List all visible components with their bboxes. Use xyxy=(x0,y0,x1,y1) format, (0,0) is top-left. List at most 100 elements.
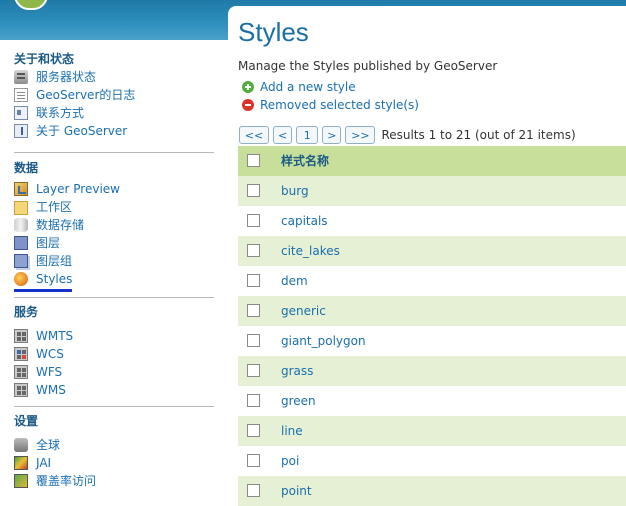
palette-icon xyxy=(14,272,28,286)
sidebar-item-label: 数据存储 xyxy=(36,218,85,232)
service-grid-icon xyxy=(14,383,28,397)
sidebar-item-label: 图层 xyxy=(36,236,61,250)
sidebar-item-styles[interactable]: Styles xyxy=(14,270,214,288)
sidebar-item-stores[interactable]: 数据存储 xyxy=(14,216,214,234)
last-page-button[interactable]: >> xyxy=(345,126,376,144)
row-checkbox[interactable] xyxy=(247,244,260,257)
table-row: generic xyxy=(238,296,626,326)
section-divider xyxy=(14,297,214,298)
section-settings: 设置 全球 JAI 覆盖率访问 xyxy=(14,412,214,490)
style-name-link[interactable]: green xyxy=(281,386,316,416)
section-title: 关于和状态 xyxy=(14,52,75,66)
active-item-underline xyxy=(14,289,72,292)
table-row: giant_polygon xyxy=(238,326,626,356)
style-name-link[interactable]: cite_lakes xyxy=(281,236,340,266)
style-name-link[interactable]: giant_polygon xyxy=(281,326,366,356)
service-grid-icon xyxy=(14,329,28,343)
remove-styles-link[interactable]: Removed selected style(s) xyxy=(242,97,419,113)
row-checkbox[interactable] xyxy=(247,364,260,377)
sidebar-item-label: 覆盖率访问 xyxy=(36,474,97,488)
sidebar-item-contact[interactable]: 联系方式 xyxy=(14,104,214,122)
server-icon xyxy=(14,438,28,452)
remove-icon xyxy=(242,99,254,111)
document-icon xyxy=(14,88,28,102)
sidebar-item-label: WMTS xyxy=(36,329,74,343)
section-divider xyxy=(14,152,214,153)
geoserver-logo xyxy=(14,0,48,10)
sidebar-item-workspaces[interactable]: 工作区 xyxy=(14,198,214,216)
row-checkbox[interactable] xyxy=(247,424,260,437)
page-description: Manage the Styles published by GeoServer xyxy=(238,59,498,73)
coverage-icon xyxy=(14,474,28,488)
table-row: line xyxy=(238,416,626,446)
styles-table: 样式名称 burg capitals cite_lakes dem generi… xyxy=(238,146,626,506)
page-1-button[interactable]: 1 xyxy=(296,126,319,144)
folder-icon xyxy=(14,201,28,215)
column-header-style-name[interactable]: 样式名称 xyxy=(281,146,329,176)
table-header-row: 样式名称 xyxy=(238,146,626,176)
sidebar-item-wmts[interactable]: WMTS xyxy=(14,327,214,345)
sidebar: 关于和状态 服务器状态 GeoServer的日志 联系方式 关于 GeoServ… xyxy=(0,40,226,496)
row-checkbox[interactable] xyxy=(247,484,260,497)
sidebar-item-label: 联系方式 xyxy=(36,106,85,120)
prev-page-button[interactable]: < xyxy=(273,126,293,144)
table-row: capitals xyxy=(238,206,626,236)
style-name-link[interactable]: capitals xyxy=(281,206,328,236)
sidebar-item-geoserver-log[interactable]: GeoServer的日志 xyxy=(14,86,214,104)
sidebar-item-label: 工作区 xyxy=(36,200,73,214)
sidebar-item-label: WFS xyxy=(36,365,63,379)
row-checkbox[interactable] xyxy=(247,184,260,197)
next-page-button[interactable]: > xyxy=(322,126,342,144)
style-name-link[interactable]: grass xyxy=(281,356,313,386)
sidebar-item-about[interactable]: 关于 GeoServer xyxy=(14,122,214,140)
add-icon xyxy=(242,81,254,93)
row-checkbox[interactable] xyxy=(247,454,260,467)
sidebar-item-label: JAI xyxy=(36,456,52,470)
sidebar-item-layer-groups[interactable]: 图层组 xyxy=(14,252,214,270)
sidebar-item-layer-preview[interactable]: Layer Preview xyxy=(14,180,214,198)
sidebar-item-label: 关于 GeoServer xyxy=(36,124,128,138)
sidebar-item-label: 图层组 xyxy=(36,254,73,268)
sidebar-item-layers[interactable]: 图层 xyxy=(14,234,214,252)
select-all-checkbox[interactable] xyxy=(247,154,260,167)
table-row: dem xyxy=(238,266,626,296)
add-style-link[interactable]: Add a new style xyxy=(242,79,356,95)
add-style-label: Add a new style xyxy=(260,80,356,94)
sidebar-item-wms[interactable]: WMS xyxy=(14,381,214,399)
pager: << < 1 > >> Results 1 to 21 (out of 21 i… xyxy=(239,125,576,145)
table-row: cite_lakes xyxy=(238,236,626,266)
sidebar-item-jai[interactable]: JAI xyxy=(14,454,214,472)
sidebar-item-coverage-access[interactable]: 覆盖率访问 xyxy=(14,472,214,490)
database-icon xyxy=(14,218,28,232)
section-title: 设置 xyxy=(14,414,39,428)
style-name-link[interactable]: point xyxy=(281,476,312,506)
sidebar-item-label: 服务器状态 xyxy=(36,70,97,84)
style-name-link[interactable]: line xyxy=(281,416,303,446)
row-checkbox[interactable] xyxy=(247,214,260,227)
sidebar-item-label: 全球 xyxy=(36,438,61,452)
row-checkbox[interactable] xyxy=(247,334,260,347)
table-row: point xyxy=(238,476,626,506)
style-name-link[interactable]: dem xyxy=(281,266,308,296)
map-preview-icon xyxy=(14,182,28,196)
section-divider xyxy=(14,406,214,407)
sidebar-item-server-status[interactable]: 服务器状态 xyxy=(14,68,214,86)
row-checkbox[interactable] xyxy=(247,394,260,407)
row-checkbox[interactable] xyxy=(247,304,260,317)
results-count: Results 1 to 21 (out of 21 items) xyxy=(381,128,576,142)
sidebar-item-wcs[interactable]: WCS xyxy=(14,345,214,363)
remove-styles-label: Removed selected style(s) xyxy=(260,98,419,112)
first-page-button[interactable]: << xyxy=(239,126,269,144)
style-name-link[interactable]: poi xyxy=(281,446,299,476)
sidebar-item-label: Styles xyxy=(36,272,73,286)
sidebar-item-wfs[interactable]: WFS xyxy=(14,363,214,381)
style-name-link[interactable]: burg xyxy=(281,176,309,206)
section-data: 数据 Layer Preview 工作区 数据存储 图层 图层组 Styles xyxy=(14,159,214,288)
row-checkbox[interactable] xyxy=(247,274,260,287)
style-name-link[interactable]: generic xyxy=(281,296,326,326)
section-title: 服务 xyxy=(14,305,39,319)
layer-group-icon xyxy=(14,254,28,268)
sidebar-item-global[interactable]: 全球 xyxy=(14,436,214,454)
service-grid-icon xyxy=(14,365,28,379)
page-title: Styles xyxy=(238,17,309,47)
